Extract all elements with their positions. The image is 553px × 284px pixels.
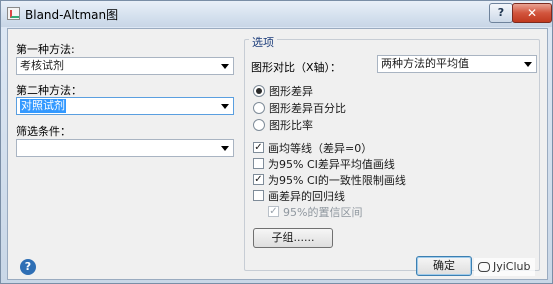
watermark: JyiClub [474,258,535,276]
radio-diff[interactable] [253,85,265,97]
chart-icon [7,7,20,20]
checkbox-equality-line-label[interactable]: 画均等线（差异=0） [268,140,372,156]
close-button[interactable]: ✕ [512,3,552,23]
method2-label: 第二种方法： [16,84,82,97]
checkbox-regression-line[interactable] [253,190,264,201]
title-help-button[interactable]: ? [489,3,513,23]
radio-ratio[interactable] [253,119,265,131]
filter-label: 筛选条件： [16,125,71,138]
radio-ratio-label[interactable]: 图形比率 [269,117,313,133]
title-bar[interactable]: Bland-Altman图 ? ✕ [1,1,552,27]
subgroup-button[interactable]: 子组...... [253,228,333,248]
method1-select[interactable]: 考核试剂 [16,57,234,75]
checkbox-regression-line-label[interactable]: 画差异的回归线 [268,188,345,204]
watermark-text: JyiClub [493,260,531,273]
chevron-down-icon[interactable] [221,64,229,69]
radio-diff-percent-label[interactable]: 图形差异百分比 [269,100,346,116]
wechat-icon [478,262,490,272]
filter-select[interactable] [16,139,234,157]
dialog-window: Bland-Altman图 ? ✕ 第一种方法: 考核试剂 第二种方法： 对照试… [0,0,553,284]
checkbox-ci-mean-line-label[interactable]: 为95% CI差异平均值画线 [268,156,395,172]
checkbox-ci-limits-line-label[interactable]: 为95% CI的一致性限制画线 [268,172,406,188]
checkbox-equality-line[interactable]: ✓ [253,142,264,153]
checkbox-confidence-interval-label: 95%的置信区间 [283,206,363,219]
method1-label: 第一种方法: [16,43,75,56]
window-title: Bland-Altman图 [25,8,119,22]
close-icon: ✕ [526,6,538,20]
chevron-down-icon[interactable] [221,104,229,109]
xaxis-value: 两种方法的平均值 [381,57,469,70]
chevron-down-icon[interactable] [221,146,229,151]
ok-button[interactable]: 确定 [416,256,472,276]
method2-select[interactable]: 对照试剂 [16,97,234,115]
checkbox-confidence-interval: ✓ [268,206,279,217]
checkbox-ci-mean-line[interactable] [253,158,264,169]
method1-value: 考核试剂 [20,59,64,72]
xaxis-select[interactable]: 两种方法的平均值 [377,55,537,73]
dialog-body: 第一种方法: 考核试剂 第二种方法： 对照试剂 筛选条件： 选项 图形对比（X轴… [7,28,548,280]
chevron-down-icon[interactable] [524,62,532,67]
xaxis-label: 图形对比（X轴）： [251,61,342,74]
help-icon[interactable]: ? [20,259,36,275]
options-group-title: 选项 [249,34,277,50]
method2-value: 对照试剂 [20,99,66,113]
radio-diff-label[interactable]: 图形差异 [269,83,313,99]
radio-diff-percent[interactable] [253,102,265,114]
checkbox-ci-limits-line[interactable]: ✓ [253,174,264,185]
